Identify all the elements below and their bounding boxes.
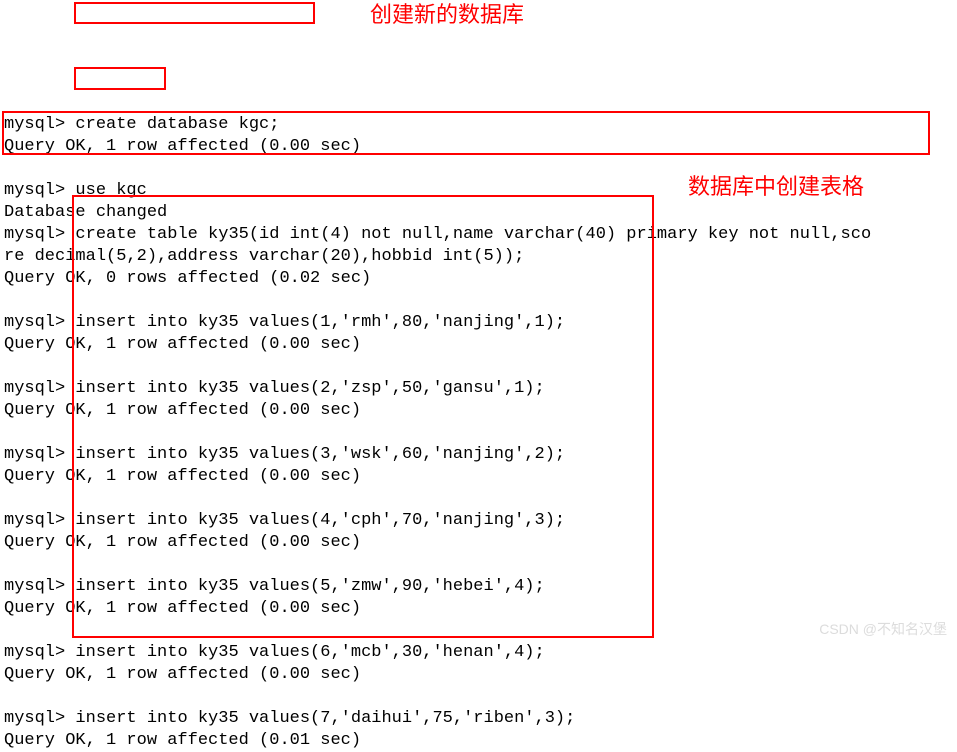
watermark: CSDN @不知名汉堡 — [819, 618, 947, 640]
mysql-prompt: mysql> — [4, 511, 65, 530]
mysql-prompt: mysql> — [4, 445, 65, 464]
db-changed-response: Database changed — [4, 203, 167, 222]
mysql-prompt: mysql> — [4, 225, 65, 244]
query-response: Query OK, 1 row affected (0.01 sec) — [4, 731, 361, 750]
mysql-prompt: mysql> — [4, 181, 65, 200]
query-response: Query OK, 1 row affected (0.00 sec) — [4, 335, 361, 354]
query-response: Query OK, 1 row affected (0.00 sec) — [4, 137, 361, 156]
query-response: Query OK, 1 row affected (0.00 sec) — [4, 665, 361, 684]
mysql-prompt: mysql> — [4, 313, 65, 332]
redbox-use-db — [74, 67, 166, 90]
query-response: Query OK, 1 row affected (0.00 sec) — [4, 467, 361, 486]
insert-cmd: insert into ky35 values(4,'cph',70,'nanj… — [75, 511, 565, 530]
insert-cmd: insert into ky35 values(5,'zmw',90,'hebe… — [75, 577, 544, 596]
mysql-prompt: mysql> — [4, 379, 65, 398]
redbox-create-db — [74, 2, 315, 24]
insert-cmd: insert into ky35 values(2,'zsp',50,'gans… — [75, 379, 544, 398]
create-database-cmd: create database kgc; — [75, 115, 279, 134]
annotation-create-table: 数据库中创建表格 — [688, 176, 864, 198]
annotation-create-db: 创建新的数据库 — [370, 4, 524, 26]
mysql-prompt: mysql> — [4, 577, 65, 596]
insert-cmd: insert into ky35 values(1,'rmh',80,'nanj… — [75, 313, 565, 332]
create-table-cmd: create table ky35(id int(4) not null,nam… — [4, 225, 871, 266]
insert-cmd: insert into ky35 values(7,'daihui',75,'r… — [75, 709, 575, 728]
query-response: Query OK, 1 row affected (0.00 sec) — [4, 533, 361, 552]
query-response: Query OK, 0 rows affected (0.02 sec) — [4, 269, 371, 288]
use-database-cmd: use kgc — [75, 181, 146, 200]
insert-cmd: insert into ky35 values(3,'wsk',60,'nanj… — [75, 445, 565, 464]
query-response: Query OK, 1 row affected (0.00 sec) — [4, 599, 361, 618]
mysql-prompt: mysql> — [4, 709, 65, 728]
mysql-prompt: mysql> — [4, 115, 65, 134]
query-response: Query OK, 1 row affected (0.00 sec) — [4, 401, 361, 420]
